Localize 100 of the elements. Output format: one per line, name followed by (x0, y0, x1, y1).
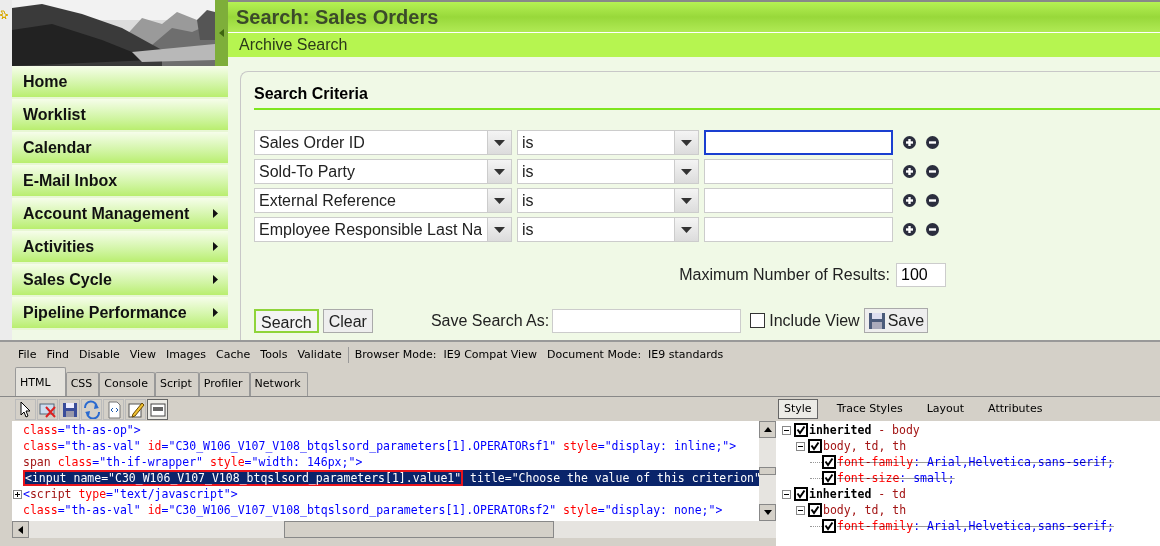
code-line[interactable]: class="th-as-op"> (23, 422, 141, 438)
toolbar-button[interactable] (59, 398, 80, 420)
devtools-tab[interactable]: Profiler (198, 372, 250, 396)
devtools-tab[interactable]: HTML (15, 367, 66, 396)
checkbox[interactable] (794, 423, 808, 437)
menu-item[interactable]: Tools (260, 346, 288, 364)
caret-icon[interactable] (494, 197, 505, 204)
value-field[interactable] (704, 130, 893, 155)
page-subtitle: Archive Search (239, 35, 348, 55)
code-line[interactable]: <script type="text/javascript"> (23, 486, 238, 502)
caret-icon[interactable] (681, 226, 692, 233)
checkbox[interactable] (808, 439, 822, 453)
scroll-down-icon[interactable] (763, 510, 772, 515)
nav-item[interactable]: Worklist (12, 99, 228, 132)
code-line[interactable]: class="th-as-val" id="C30_W106_V107_V108_btqslsord_parameters[1].OPERATORsf1" style="display: inline;"> (23, 438, 737, 454)
clear-button[interactable]: Clear (322, 308, 373, 333)
checkbox[interactable] (808, 503, 822, 517)
nav-item[interactable]: Sales Cycle (12, 264, 228, 297)
include-view-label: Include View (769, 310, 860, 331)
style-tab[interactable]: Style (778, 399, 818, 419)
menu-item[interactable]: View (129, 346, 156, 364)
collapse-toggle[interactable] (796, 441, 805, 451)
code-line[interactable]: span class="th-if-wrapper" style="width: 146px;"> (23, 454, 363, 470)
browser-mode-menu[interactable]: Browser Mode: IE9 Compat View (354, 346, 537, 364)
code-line[interactable]: class="th-as-val" id="C30_W106_V107_V108_btqslsord_parameters[1].OPERATORsf2" style="display: none;"> (23, 502, 723, 518)
checkbox[interactable] (822, 455, 836, 469)
panel-title: Search Criteria (254, 85, 368, 102)
nav-item[interactable]: Activities (12, 231, 228, 264)
menu-item[interactable]: Cache (216, 346, 251, 364)
nav-item[interactable]: Home (12, 66, 228, 99)
menu-item[interactable]: Images (165, 346, 207, 364)
save-search-label: Save Search As: (430, 310, 550, 331)
devtools-tab[interactable]: Console (99, 372, 155, 396)
max-results-label: Maximum Number of Results: (679, 265, 890, 285)
add-icon[interactable] (903, 223, 916, 236)
devtools-tab[interactable]: Script (154, 372, 199, 396)
devtools-tab[interactable]: Network (249, 372, 308, 396)
criterion-dropdown[interactable]: Sales Order ID (254, 130, 512, 155)
save-button[interactable]: Save (863, 308, 929, 333)
include-view-checkbox[interactable] (750, 313, 766, 328)
menu-item[interactable]: Disable (78, 346, 120, 364)
menu-item[interactable]: Validate (297, 346, 342, 364)
checkbox[interactable] (822, 471, 836, 485)
star-icon[interactable] (0, 10, 8, 20)
css-property: font-family: Arial,Helvetica,sans-serif; (837, 454, 1114, 470)
css-property: font-family: Arial,Helvetica,sans-serif; (837, 518, 1114, 534)
page-title: Search: Sales Orders (236, 5, 439, 30)
caret-icon[interactable] (681, 168, 692, 175)
caret-icon[interactable] (494, 226, 505, 233)
remove-icon[interactable] (926, 136, 939, 149)
checkbox[interactable] (822, 519, 836, 533)
menu-item[interactable]: File (18, 346, 37, 364)
scroll-thumb[interactable] (759, 467, 776, 475)
collapse-toggle[interactable] (782, 489, 791, 499)
collapse-handle[interactable] (215, 0, 228, 66)
css-property: font-size: small; (837, 470, 955, 486)
toolbar-button[interactable] (125, 398, 146, 420)
collapse-toggle[interactable] (782, 425, 791, 435)
caret-icon[interactable] (494, 168, 505, 175)
horizontal-scrollbar[interactable] (12, 521, 776, 538)
criterion-dropdown[interactable]: Employee Responsible Last Na (254, 217, 512, 242)
operator-dropdown[interactable]: is (517, 130, 699, 155)
scroll-thumb[interactable] (284, 521, 554, 538)
scroll-up-icon[interactable] (763, 427, 772, 432)
search-button[interactable]: Search (254, 308, 319, 333)
style-tab[interactable]: Layout (921, 399, 970, 419)
caret-icon[interactable] (494, 139, 505, 146)
menu-item[interactable]: Find (46, 346, 69, 364)
operator-dropdown[interactable]: is (517, 159, 699, 184)
toolbar-button[interactable] (15, 398, 36, 420)
nav-item[interactable]: Calendar (12, 132, 228, 165)
nav-item[interactable]: Pipeline Performance (12, 297, 228, 330)
expand-toggle[interactable] (13, 489, 22, 499)
criterion-dropdown[interactable]: Sold-To Party (254, 159, 512, 184)
checkbox[interactable] (794, 487, 808, 501)
scroll-left-icon[interactable] (18, 525, 23, 534)
document-mode-menu[interactable]: Document Mode: IE9 standards (546, 346, 724, 364)
caret-icon[interactable] (681, 139, 692, 146)
add-icon[interactable] (903, 165, 916, 178)
style-tab[interactable]: Trace Styles (831, 399, 908, 419)
nav-item[interactable]: Account Management (12, 198, 228, 231)
css-selector: body, td, th (823, 502, 907, 518)
operator-dropdown[interactable]: is (517, 188, 699, 213)
save-search-field[interactable] (552, 308, 742, 333)
add-icon[interactable] (903, 136, 916, 149)
collapse-toggle[interactable] (796, 505, 805, 515)
operator-dropdown[interactable]: is (517, 217, 699, 242)
caret-icon[interactable] (681, 197, 692, 204)
style-group-label: inherited - body (809, 422, 920, 438)
add-icon[interactable] (903, 194, 916, 207)
max-results-field[interactable]: 100 (896, 263, 946, 287)
remove-icon[interactable] (926, 223, 939, 236)
refresh-icon (82, 399, 101, 419)
vertical-scrollbar[interactable] (759, 421, 776, 521)
nav-item[interactable]: E-Mail Inbox (12, 165, 228, 198)
style-tab[interactable]: Attributes (983, 399, 1048, 419)
remove-icon[interactable] (926, 194, 939, 207)
remove-icon[interactable] (926, 165, 939, 178)
criterion-dropdown[interactable]: External Reference (254, 188, 512, 213)
devtools-tab[interactable]: CSS (65, 372, 100, 396)
